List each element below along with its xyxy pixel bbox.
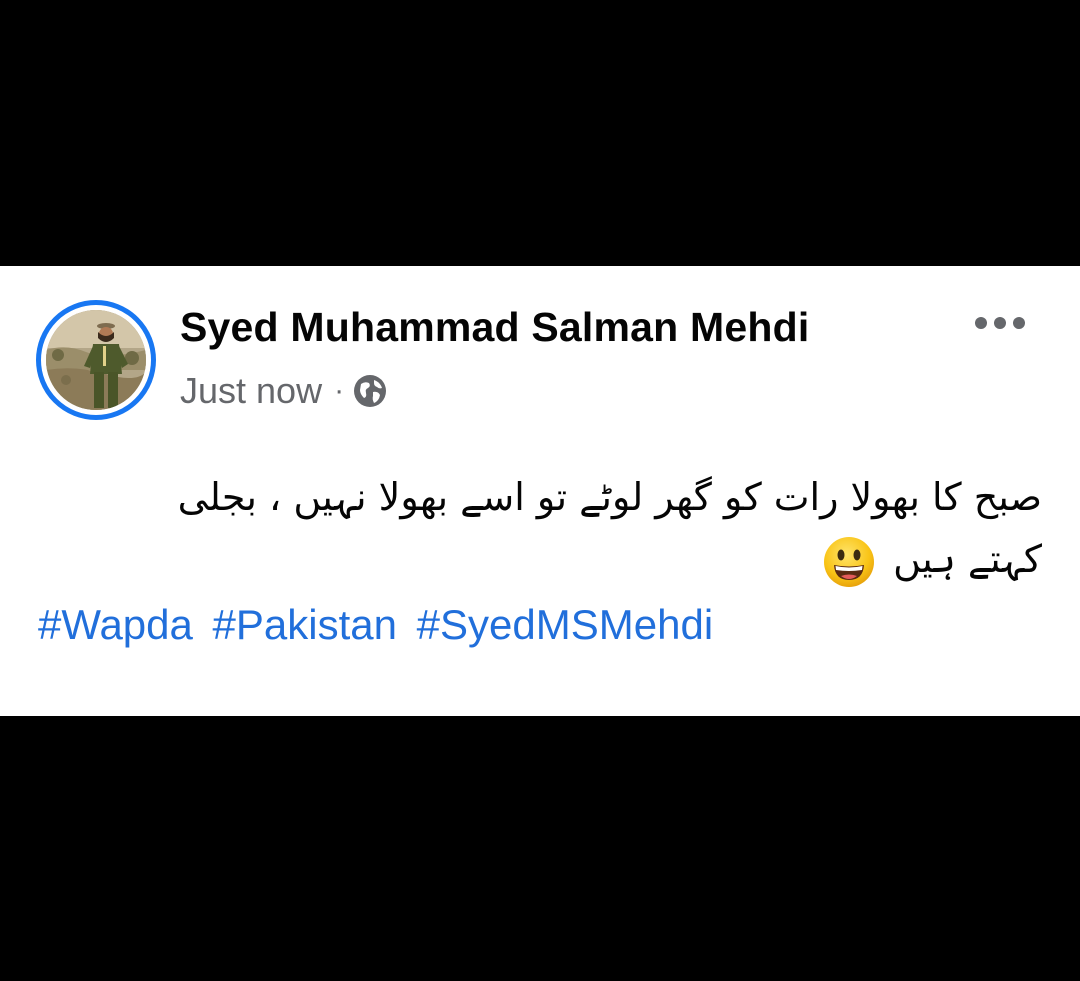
author-name[interactable]: Syed Muhammad Salman Mehdi bbox=[180, 304, 809, 351]
avatar-photo bbox=[46, 310, 146, 410]
post-text-line-2: کہتے ہیں bbox=[40, 528, 1042, 590]
hashtag-syedmsmehdi[interactable]: #SyedMSMehdi bbox=[417, 601, 713, 648]
hashtag-pakistan[interactable]: #Pakistan bbox=[213, 601, 397, 648]
post-text-line-1: صبح کا بھولا رات کو گھر لوٹے تو اسے بھول… bbox=[177, 475, 1042, 519]
post-card: Syed Muhammad Salman Mehdi Just now · صب… bbox=[0, 266, 1080, 716]
author-avatar[interactable] bbox=[36, 300, 156, 420]
post-meta: Just now · bbox=[180, 370, 388, 412]
globe-icon[interactable] bbox=[352, 373, 388, 409]
post-text-line-2-words: کہتے ہیں bbox=[893, 537, 1042, 581]
meta-separator: · bbox=[334, 374, 345, 407]
hashtags: #Wapda #Pakistan #SyedMSMehdi bbox=[38, 601, 721, 649]
grinning-face-emoji-icon bbox=[823, 536, 875, 588]
hashtag-wapda[interactable]: #Wapda bbox=[38, 601, 193, 648]
post-timestamp[interactable]: Just now bbox=[180, 370, 322, 412]
post-text: صبح کا بھولا رات کو گھر لوٹے تو اسے بھول… bbox=[40, 466, 1042, 590]
more-options-icon bbox=[975, 317, 987, 329]
more-options-button[interactable] bbox=[965, 308, 1035, 338]
